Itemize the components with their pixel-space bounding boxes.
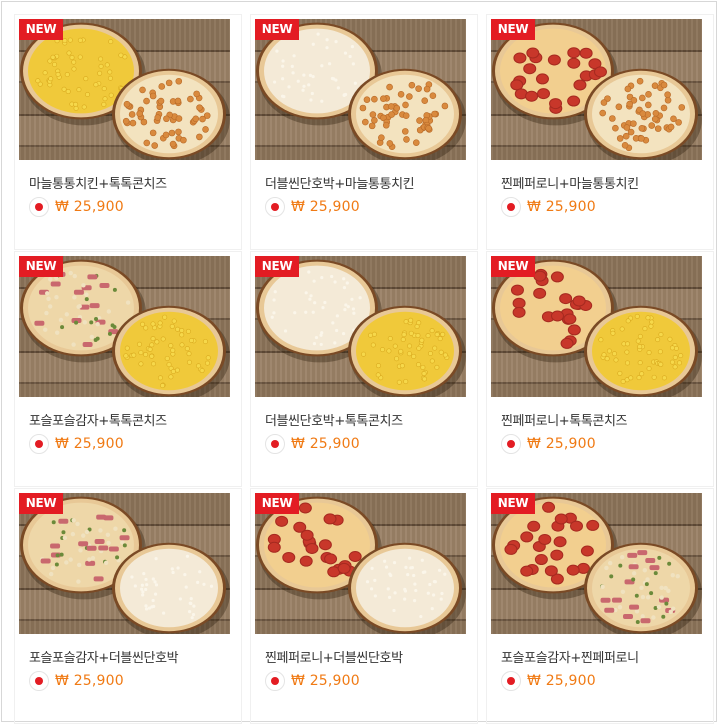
- product-photo[interactable]: [19, 493, 230, 634]
- pizza-right: [584, 542, 702, 634]
- product-title[interactable]: 더블씬단호박+톡톡콘치즈: [265, 410, 403, 429]
- product-title[interactable]: 포슬포슬감자+찐페퍼로니: [501, 647, 639, 666]
- product-photo[interactable]: [255, 256, 466, 397]
- price-row: ₩ 25,900: [265, 433, 360, 455]
- product-card[interactable]: NEW 더블씬단호박+톡톡콘치즈 ₩ 25,900: [250, 251, 478, 487]
- product-photo[interactable]: [491, 493, 702, 634]
- product-title[interactable]: 찐페퍼로니+더블씬단호박: [265, 647, 403, 666]
- pizza-illustration: [20, 22, 230, 160]
- price-row: ₩ 25,900: [501, 433, 596, 455]
- new-badge: NEW: [491, 493, 535, 514]
- product-card[interactable]: NEW 찐페퍼로니+톡톡콘치즈 ₩ 25,900: [486, 251, 714, 487]
- price-dot-icon: [265, 434, 285, 454]
- product-title[interactable]: 찐페퍼로니+톡톡콘치즈: [501, 410, 627, 429]
- new-badge: NEW: [19, 493, 63, 514]
- product-title[interactable]: 포슬포슬감자+더블씬단호박: [29, 647, 179, 666]
- pizza-illustration: [492, 22, 702, 160]
- price-dot-icon: [29, 434, 49, 454]
- new-badge: NEW: [255, 493, 299, 514]
- price-dot-icon: [29, 671, 49, 691]
- price-dot-icon: [501, 197, 521, 217]
- price-dot-icon: [501, 671, 521, 691]
- new-badge: NEW: [19, 256, 63, 277]
- price-row: ₩ 25,900: [501, 196, 596, 218]
- pizza-illustration: [256, 259, 466, 397]
- product-price: ₩ 25,900: [55, 199, 124, 215]
- product-price: ₩ 25,900: [527, 436, 596, 452]
- pizza-illustration: [20, 259, 230, 397]
- product-price: ₩ 25,900: [527, 673, 596, 689]
- pizza-right: [348, 542, 466, 634]
- product-price: ₩ 25,900: [291, 199, 360, 215]
- pizza-illustration: [20, 496, 230, 634]
- product-price: ₩ 25,900: [291, 436, 360, 452]
- product-card[interactable]: NEW 포슬포슬감자+찐페퍼로니 ₩ 25,900: [486, 488, 714, 724]
- pizza-right: [348, 68, 466, 160]
- price-dot-icon: [265, 197, 285, 217]
- pizza-right: [112, 68, 230, 160]
- new-badge: NEW: [255, 19, 299, 40]
- product-grid-frame: NEW 마늘통통치킨+톡톡콘치즈 ₩ 25,900 NEW 더블씬단호박+마늘통…: [1, 1, 717, 724]
- product-card[interactable]: NEW 찐페퍼로니+더블씬단호박 ₩ 25,900: [250, 488, 478, 724]
- pizza-illustration: [256, 22, 466, 160]
- pizza-right: [112, 305, 230, 397]
- price-dot-icon: [29, 197, 49, 217]
- pizza-right: [584, 305, 702, 397]
- product-card[interactable]: NEW 찐페퍼로니+마늘통통치킨 ₩ 25,900: [486, 14, 714, 250]
- product-card[interactable]: NEW 포슬포슬감자+톡톡콘치즈 ₩ 25,900: [14, 251, 242, 487]
- price-row: ₩ 25,900: [29, 196, 124, 218]
- product-price: ₩ 25,900: [55, 673, 124, 689]
- pizza-illustration: [492, 496, 702, 634]
- product-title[interactable]: 포슬포슬감자+톡톡콘치즈: [29, 410, 167, 429]
- pizza-right: [112, 542, 230, 634]
- new-badge: NEW: [19, 19, 63, 40]
- new-badge: NEW: [491, 256, 535, 277]
- price-dot-icon: [501, 434, 521, 454]
- price-row: ₩ 25,900: [265, 670, 360, 692]
- price-dot-icon: [265, 671, 285, 691]
- product-title[interactable]: 마늘통통치킨+톡톡콘치즈: [29, 173, 167, 192]
- product-photo[interactable]: [255, 19, 466, 160]
- product-card[interactable]: NEW 마늘통통치킨+톡톡콘치즈 ₩ 25,900: [14, 14, 242, 250]
- pizza-illustration: [256, 496, 466, 634]
- product-title[interactable]: 찐페퍼로니+마늘통통치킨: [501, 173, 639, 192]
- product-photo[interactable]: [491, 19, 702, 160]
- price-row: ₩ 25,900: [29, 670, 124, 692]
- product-photo[interactable]: [491, 256, 702, 397]
- price-row: ₩ 25,900: [265, 196, 360, 218]
- pizza-illustration: [492, 259, 702, 397]
- product-card[interactable]: NEW 포슬포슬감자+더블씬단호박 ₩ 25,900: [14, 488, 242, 724]
- product-price: ₩ 25,900: [291, 673, 360, 689]
- product-price: ₩ 25,900: [55, 436, 124, 452]
- price-row: ₩ 25,900: [29, 433, 124, 455]
- product-price: ₩ 25,900: [527, 199, 596, 215]
- pizza-right: [584, 68, 702, 160]
- product-photo[interactable]: [19, 19, 230, 160]
- pizza-right: [348, 305, 466, 397]
- product-photo[interactable]: [255, 493, 466, 634]
- product-grid: NEW 마늘통통치킨+톡톡콘치즈 ₩ 25,900 NEW 더블씬단호박+마늘통…: [2, 2, 716, 724]
- product-photo[interactable]: [19, 256, 230, 397]
- price-row: ₩ 25,900: [501, 670, 596, 692]
- product-card[interactable]: NEW 더블씬단호박+마늘통통치킨 ₩ 25,900: [250, 14, 478, 250]
- product-title[interactable]: 더블씬단호박+마늘통통치킨: [265, 173, 415, 192]
- new-badge: NEW: [491, 19, 535, 40]
- new-badge: NEW: [255, 256, 299, 277]
